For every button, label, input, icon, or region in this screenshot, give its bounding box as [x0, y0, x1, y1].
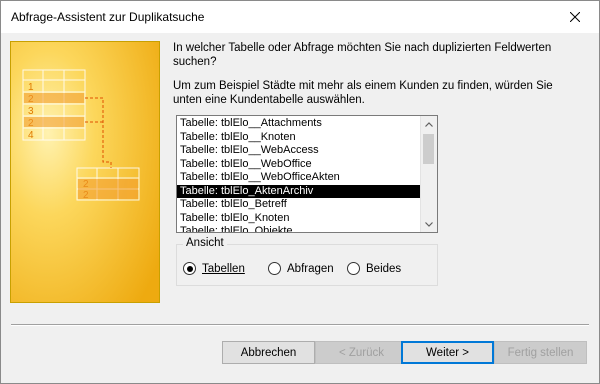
illustration-row-value: 4	[28, 130, 34, 141]
radio-both-text: Beides	[366, 262, 402, 275]
duplicate-query-illustration: 1 2 3 2 4 2 2	[11, 42, 159, 302]
separator	[11, 324, 589, 326]
scroll-thumb[interactable]	[423, 134, 434, 164]
radio-tables[interactable]: Tabellen	[183, 262, 245, 275]
wizard-illustration: 1 2 3 2 4 2 2	[10, 41, 160, 303]
illustration-row-value: 3	[28, 106, 34, 117]
question-text: In welcher Tabelle oder Abfrage möchten …	[173, 42, 552, 68]
table-query-listbox[interactable]: Tabelle: tblElo__Attachments Tabelle: tb…	[176, 115, 438, 233]
wizard-window: Abfrage-Assistent zur Duplikatsuche 1 3 …	[0, 0, 600, 384]
listbox-scrollbar[interactable]	[420, 116, 437, 232]
radio-checked-icon	[183, 262, 196, 275]
illustration-row-value: 1	[28, 82, 34, 93]
example-text: Um zum Beispiel Städte mit mehr als eine…	[173, 80, 553, 106]
close-button[interactable]	[555, 4, 595, 30]
list-item[interactable]: Tabelle: tblElo_Betreff	[177, 198, 420, 212]
list-item[interactable]: Tabelle: tblElo__WebAccess	[177, 144, 420, 158]
radio-queries-text: Abfragen	[287, 262, 334, 275]
list-item[interactable]: Tabelle: tblElo__WebOffice	[177, 158, 420, 172]
chevron-down-icon	[425, 221, 433, 227]
radio-queries[interactable]: Abfragen	[268, 262, 334, 275]
radio-tables-label: Tabellen	[202, 263, 245, 275]
radio-unchecked-icon	[347, 262, 360, 275]
list-item[interactable]: Tabelle: tblElo__Attachments	[177, 117, 420, 131]
close-icon	[570, 12, 580, 22]
scroll-up-button[interactable]	[421, 116, 437, 132]
list-item-selected[interactable]: Tabelle: tblElo_AktenArchiv	[177, 184, 420, 198]
window-title: Abfrage-Assistent zur Duplikatsuche	[11, 10, 205, 24]
list-item[interactable]: Tabelle: tblElo_Objekte	[177, 225, 420, 232]
back-button[interactable]: < Zurück	[315, 341, 408, 364]
list-item[interactable]: Tabelle: tblElo__WebOfficeAkten	[177, 171, 420, 185]
scroll-down-button[interactable]	[421, 216, 437, 232]
list-item[interactable]: Tabelle: tblElo__Knoten	[177, 131, 420, 145]
chevron-up-icon	[425, 121, 433, 127]
radio-both[interactable]: Beides	[347, 262, 401, 275]
list-item[interactable]: Tabelle: tblElo_Knoten	[177, 212, 420, 226]
view-groupbox: Ansicht Tabellen Abfragen Beides	[176, 237, 438, 286]
listbox-items: Tabelle: tblElo__Attachments Tabelle: tb…	[177, 117, 420, 232]
title-bar: Abfrage-Assistent zur Duplikatsuche	[1, 1, 599, 33]
cancel-button[interactable]: Abbrechen	[222, 341, 315, 364]
view-group-title: Ansicht	[183, 237, 227, 249]
radio-tables-text: Tabellen	[202, 262, 245, 275]
next-button[interactable]: Weiter >	[401, 341, 494, 364]
finish-button[interactable]: Fertig stellen	[494, 341, 587, 364]
radio-unchecked-icon	[268, 262, 281, 275]
